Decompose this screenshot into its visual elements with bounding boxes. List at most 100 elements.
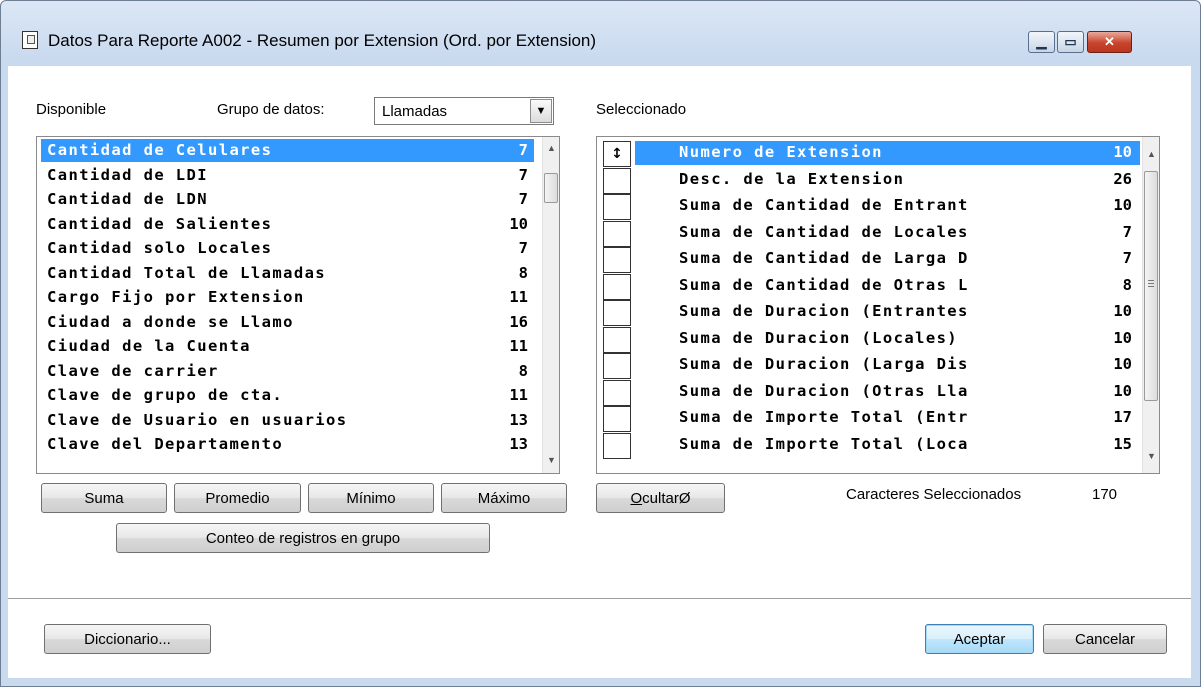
available-field-row[interactable]: Cantidad de Salientes 10 [41, 213, 534, 236]
chevron-down-icon[interactable]: ▼ [530, 99, 552, 123]
field-name: Suma de Duracion (Otras Lla [679, 381, 969, 400]
field-length: 10 [1113, 196, 1132, 214]
field-length: 16 [509, 312, 528, 331]
hide-checkbox[interactable] [603, 194, 631, 220]
field-name: Numero de Extension [679, 143, 883, 161]
field-length: 8 [518, 263, 528, 282]
ocultar-label: cultarØ [642, 489, 691, 507]
selected-field-row[interactable]: Desc. de la Extension 26 [635, 168, 1140, 192]
field-length: 7 [518, 165, 528, 184]
available-field-row[interactable]: Cantidad de LDN 7 [41, 188, 534, 211]
field-length: 7 [518, 239, 528, 257]
available-label: Disponible [36, 101, 107, 118]
field-length: 10 [1113, 381, 1132, 400]
available-field-row[interactable]: Clave del Departamento 13 [41, 433, 534, 456]
scroll-up-icon[interactable]: ▲ [1143, 145, 1159, 163]
group-record-count-button[interactable]: Conteo de registros en grupo [116, 523, 490, 553]
selected-chars-value: 170 [1092, 486, 1118, 503]
available-field-row[interactable]: Clave de carrier 8 [41, 360, 534, 383]
scroll-thumb[interactable] [544, 173, 558, 203]
hide-checkbox[interactable] [603, 379, 631, 406]
dictionary-button[interactable]: Diccionario... [44, 624, 211, 654]
available-field-row[interactable]: Cantidad Total de Llamadas 8 [41, 262, 534, 285]
sort-order-icon[interactable]: ↕ [603, 141, 631, 167]
maximize-icon: ▭ [1064, 34, 1077, 49]
field-name: Suma de Cantidad de Otras L [679, 275, 969, 294]
minimo-button[interactable]: Mínimo [308, 483, 434, 513]
selected-list-scrollbar[interactable]: ▲ ▼ [1142, 137, 1159, 473]
close-button[interactable]: ✕ [1087, 31, 1132, 53]
hide-checkbox[interactable] [603, 220, 631, 247]
available-field-row[interactable]: Cantidad de LDI 7 [41, 164, 534, 187]
accept-button[interactable]: Aceptar [925, 624, 1034, 654]
selected-field-row[interactable]: Suma de Cantidad de Locales 7 [635, 221, 1140, 245]
field-length: 26 [1113, 169, 1132, 188]
selected-fields-list[interactable]: Suma de Importe Total (Loca 15 Suma de Imp… [596, 136, 1160, 474]
field-name: Cantidad de LDI [47, 165, 208, 184]
selected-field-row[interactable]: Suma de Cantidad de Larga D 7 [635, 247, 1140, 271]
maximo-button[interactable]: Máximo [441, 483, 567, 513]
available-fields-list[interactable]: Clave del Departamento 13 Clave de Usuario… [36, 136, 560, 474]
available-field-row[interactable]: Cargo Fijo por Extension 11 [41, 286, 534, 309]
available-field-row[interactable]: Ciudad de la Cuenta 11 [41, 335, 534, 358]
available-field-row[interactable]: Cantidad solo Locales 7 [41, 237, 534, 260]
available-field-row[interactable]: Cantidad de Celulares 7 [41, 139, 534, 162]
selected-field-row[interactable]: Suma de Duracion (Entrantes 10 [635, 300, 1140, 324]
selected-field-row[interactable]: Suma de Duracion (Larga Dis 10 [635, 353, 1140, 377]
available-field-row[interactable]: Clave de Usuario en usuarios 13 [41, 409, 534, 432]
data-group-select[interactable]: Llamadas ▼ [374, 97, 554, 125]
field-length: 17 [1113, 408, 1132, 426]
field-length: 13 [509, 410, 528, 429]
field-name: Clave de carrier [47, 361, 219, 380]
maximize-button[interactable]: ▭ [1057, 31, 1084, 53]
field-length: 10 [1113, 355, 1132, 373]
hide-checkbox[interactable] [603, 167, 631, 194]
field-name: Suma de Duracion (Larga Dis [679, 355, 969, 373]
window-app-icon[interactable] [22, 31, 38, 49]
scroll-thumb[interactable] [1144, 171, 1158, 401]
cancel-button[interactable]: Cancelar [1043, 624, 1167, 654]
field-name: Cantidad Total de Llamadas [47, 263, 327, 282]
hide-checkbox[interactable] [603, 300, 631, 326]
scroll-down-icon[interactable]: ▼ [1143, 447, 1159, 465]
selected-field-row[interactable]: Suma de Duracion (Otras Lla 10 [635, 380, 1140, 404]
available-field-row[interactable]: Ciudad a donde se Llamo 16 [41, 311, 534, 334]
selected-field-row[interactable]: Suma de Duracion (Locales) 10 [635, 327, 1140, 351]
field-length: 11 [509, 288, 528, 306]
field-name: Suma de Cantidad de Locales [679, 222, 969, 241]
data-group-value: Llamadas [382, 103, 448, 120]
available-field-row[interactable]: Clave de grupo de cta. 11 [41, 384, 534, 407]
field-name: Suma de Duracion (Locales) [679, 328, 959, 347]
promedio-button[interactable]: Promedio [174, 483, 301, 513]
hide-checkbox[interactable] [603, 247, 631, 273]
available-list-scrollbar[interactable]: ▲ ▼ [542, 137, 559, 473]
ocultar-button[interactable]: OcultarØ [596, 483, 725, 513]
title-bar[interactable]: Datos Para Reporte A002 - Resumen por Ex… [1, 1, 1200, 53]
field-length: 7 [1122, 249, 1132, 267]
hide-checkbox[interactable] [603, 326, 631, 353]
field-name: Cargo Fijo por Extension [47, 288, 305, 306]
field-length: 11 [509, 337, 528, 355]
hide-checkbox[interactable] [603, 353, 631, 379]
selected-field-row[interactable]: Suma de Cantidad de Otras L 8 [635, 274, 1140, 298]
field-name: Suma de Importe Total (Loca [679, 434, 969, 453]
ocultar-accelerator: O [630, 489, 643, 507]
hide-checkbox[interactable] [603, 273, 631, 300]
scroll-down-icon[interactable]: ▼ [543, 451, 559, 469]
selected-field-row[interactable]: Suma de Importe Total (Entr 17 [635, 406, 1140, 430]
selected-field-row[interactable]: Suma de Cantidad de Entrant 10 [635, 194, 1140, 218]
scroll-up-icon[interactable]: ▲ [543, 139, 559, 157]
field-length: 11 [509, 386, 528, 404]
field-length: 15 [1113, 434, 1132, 453]
field-name: Ciudad a donde se Llamo [47, 312, 294, 331]
hide-checkbox[interactable] [603, 406, 631, 432]
selected-field-row[interactable]: Numero de Extension 10 [635, 141, 1140, 165]
hide-checkbox[interactable] [603, 432, 631, 459]
selected-field-row[interactable]: Suma de Importe Total (Loca 15 [635, 433, 1140, 457]
footer-separator [8, 598, 1191, 600]
close-icon: ✕ [1104, 34, 1115, 49]
minimize-icon: ▁ [1036, 34, 1047, 49]
suma-button[interactable]: Suma [41, 483, 167, 513]
minimize-button[interactable]: ▁ [1028, 31, 1055, 53]
field-length: 10 [509, 214, 528, 233]
